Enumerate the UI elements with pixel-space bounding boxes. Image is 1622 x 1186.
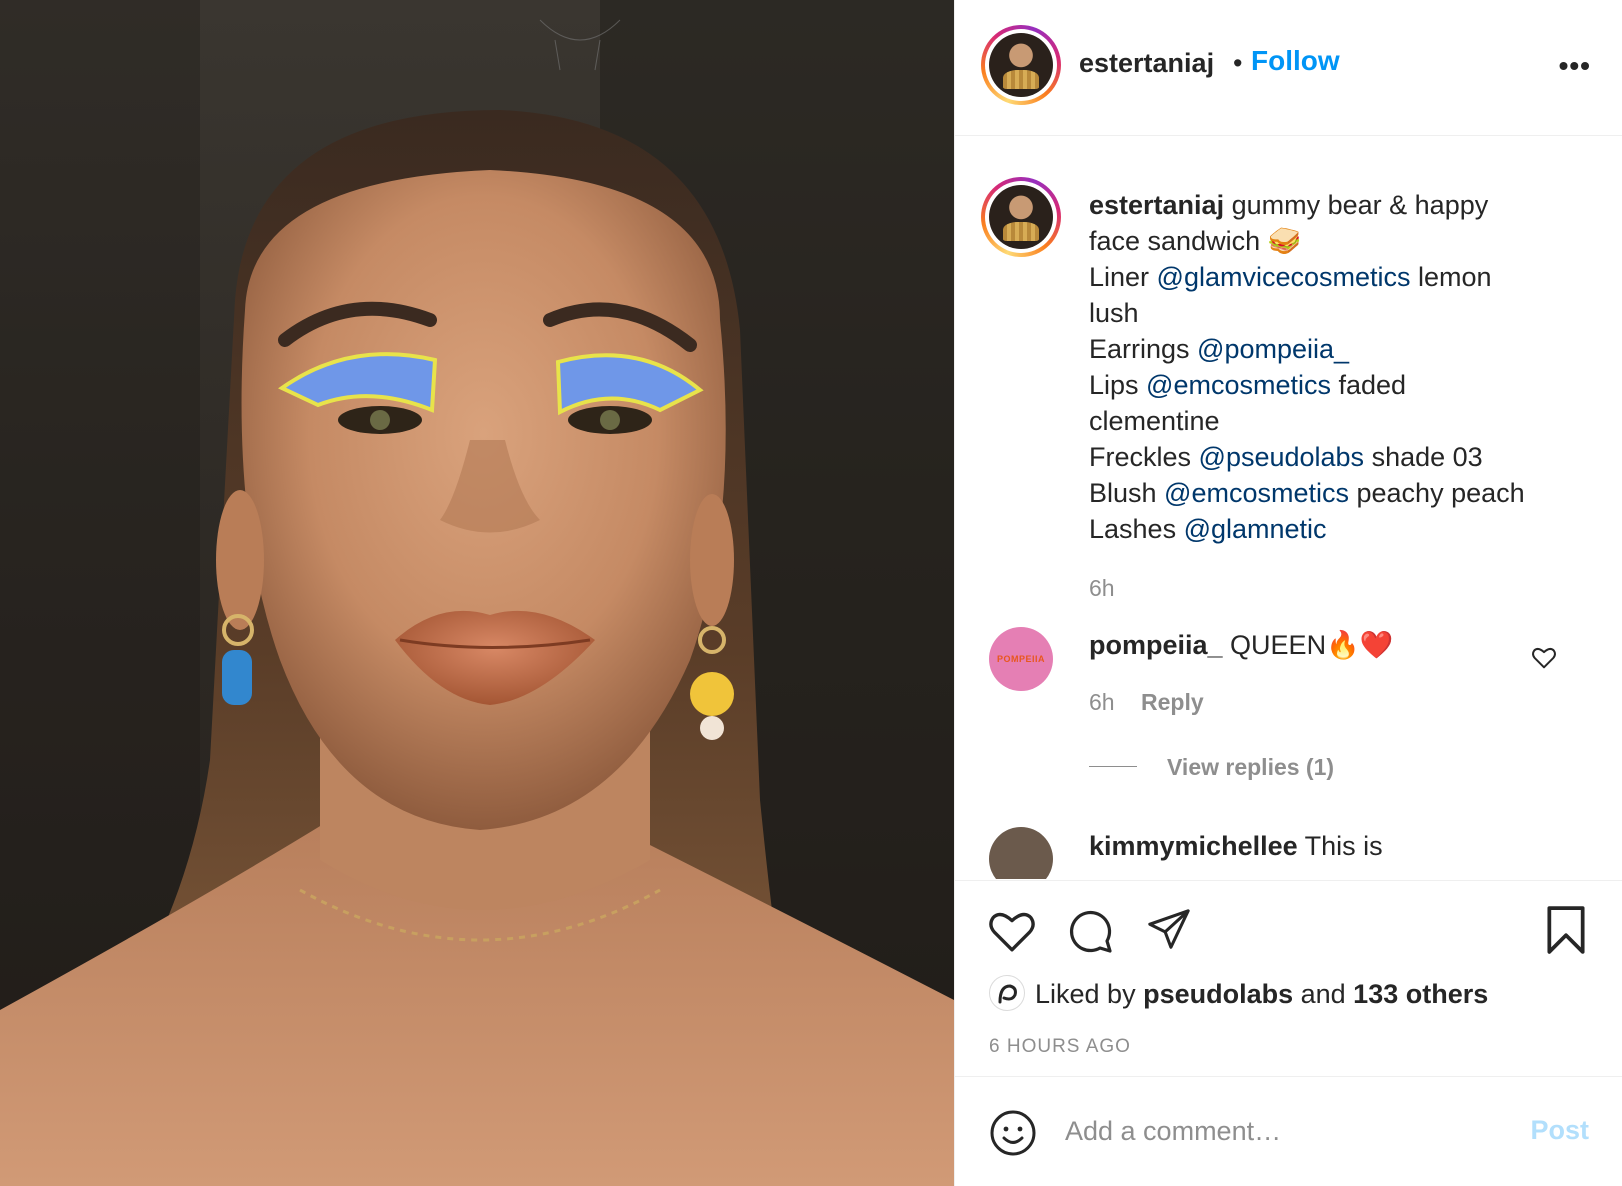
selfie-illustration [0, 0, 954, 1186]
caption-text: faded [1331, 370, 1407, 400]
view-replies-button[interactable]: View replies (1) [1167, 754, 1334, 781]
bookmark-icon[interactable] [1545, 905, 1587, 955]
share-icon[interactable] [1145, 907, 1193, 953]
header-separator: • [1233, 48, 1243, 78]
mention-link[interactable]: @pseudolabs [1199, 442, 1365, 472]
caption-text: lemon [1410, 262, 1492, 292]
caption-text: Freckles [1089, 442, 1199, 472]
post-comment-button[interactable]: Post [1530, 1115, 1589, 1146]
commenter-username[interactable]: kimmymichellee [1089, 831, 1298, 861]
comment-body: pompeiia_ QUEEN🔥❤️ [1089, 629, 1393, 661]
view-replies-divider [1089, 766, 1137, 767]
liker-username[interactable]: pseudolabs [1143, 979, 1293, 1009]
reply-button[interactable]: Reply [1141, 689, 1204, 716]
mention-link[interactable]: @glamnetic [1184, 514, 1327, 544]
author-avatar[interactable] [981, 25, 1061, 105]
mention-link[interactable]: @glamvicecosmetics [1157, 262, 1411, 292]
add-comment-bar: Post [955, 1076, 1622, 1186]
likes-count[interactable]: 133 others [1353, 979, 1488, 1009]
post-actions: Liked by pseudolabs and 133 others 6 HOU… [955, 880, 1622, 1076]
more-options-icon[interactable]: ••• [1559, 50, 1591, 82]
mention-link[interactable]: @emcosmetics [1146, 370, 1331, 400]
author-username[interactable]: estertaniaj [1079, 48, 1214, 79]
likes-text: Liked by [1035, 979, 1144, 1009]
likes-text: and [1293, 979, 1354, 1009]
commenter-username[interactable]: pompeiia_ [1089, 630, 1223, 660]
caption-text: lush [1089, 298, 1139, 328]
caption-time[interactable]: 6h [1089, 575, 1115, 601]
smiley-icon[interactable] [989, 1109, 1037, 1157]
comment-text: QUEEN🔥❤️ [1222, 630, 1394, 660]
comment-text: This is [1297, 831, 1383, 861]
mention-link[interactable]: @emcosmetics [1164, 478, 1349, 508]
commenter-avatar[interactable] [989, 827, 1053, 879]
post-timestamp[interactable]: 6 HOURS AGO [989, 1036, 1131, 1058]
liker-avatar[interactable] [989, 975, 1025, 1011]
caption-text: gummy bear & happy [1231, 190, 1489, 220]
caption-text: Lashes [1089, 514, 1184, 544]
post-side-panel: estertaniaj • Follow ••• estertaniaj gum… [954, 0, 1622, 1186]
comment-icon[interactable] [1065, 907, 1115, 955]
comment-body: kimmymichellee This is [1089, 831, 1383, 862]
heart-icon[interactable] [987, 907, 1037, 953]
comment-time[interactable]: 6h [1089, 689, 1115, 716]
pseudolabs-logo-icon [998, 984, 1017, 1004]
post-header: estertaniaj • Follow ••• [955, 0, 1622, 136]
caption-text: face sandwich 🥪 [1089, 226, 1302, 256]
commenter-avatar[interactable]: POMPEIIA [989, 627, 1053, 691]
post-caption: estertaniaj gummy bear & happy face sand… [1089, 187, 1569, 606]
caption-text: peachy peach [1349, 478, 1525, 508]
comment-input[interactable] [1065, 1111, 1485, 1151]
caption-text: Blush [1089, 478, 1165, 508]
caption-text: Lips [1089, 370, 1147, 400]
caption-text: shade 03 [1364, 442, 1483, 472]
comments-list[interactable]: estertaniaj gummy bear & happy face sand… [955, 137, 1622, 879]
likes-summary: Liked by pseudolabs and 133 others [1035, 979, 1488, 1010]
caption-text: Earrings [1089, 334, 1198, 364]
caption-text: Liner [1089, 262, 1157, 292]
mention-link[interactable]: @pompeiia_ [1197, 334, 1349, 364]
caption-avatar[interactable] [981, 177, 1061, 257]
comment-like-icon[interactable] [1531, 645, 1557, 669]
post-photo[interactable] [0, 0, 954, 1186]
follow-button[interactable]: Follow [1251, 45, 1340, 77]
caption-username[interactable]: estertaniaj [1089, 190, 1224, 220]
caption-text: clementine [1089, 406, 1220, 436]
